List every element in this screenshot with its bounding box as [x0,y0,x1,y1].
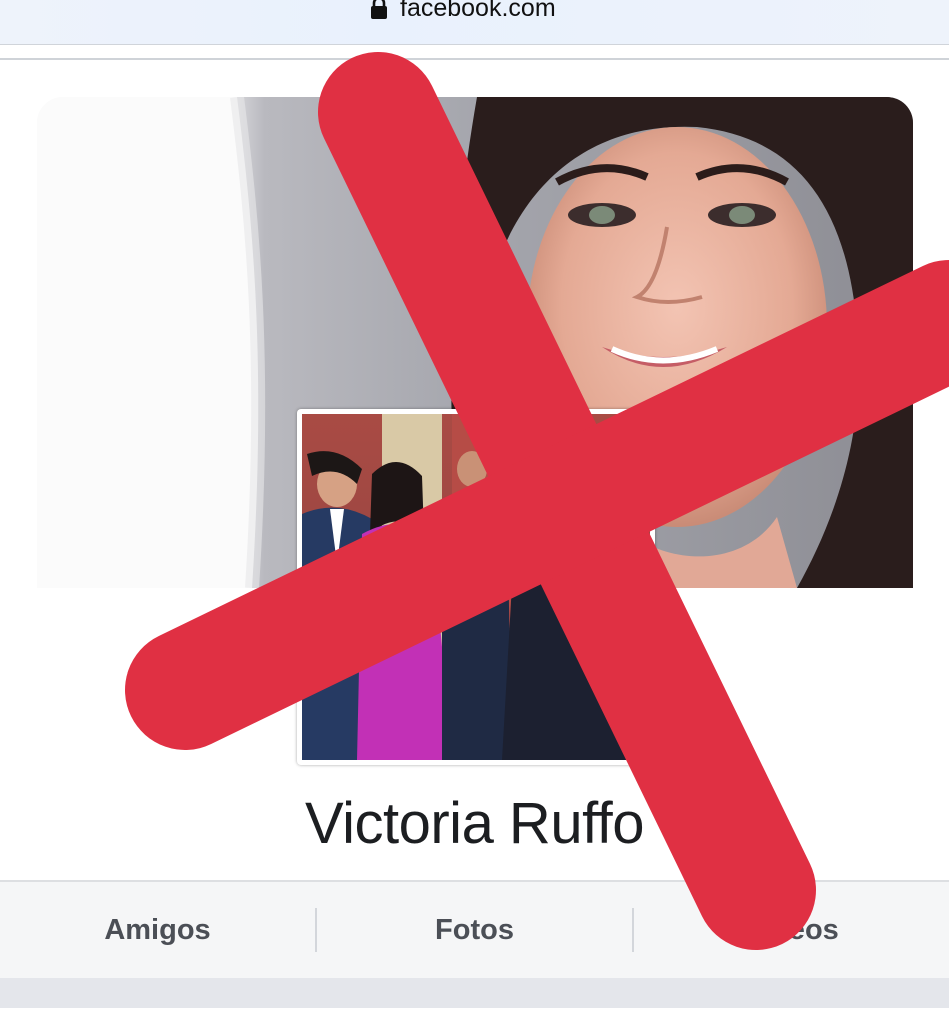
facebook-profile-page: facebook.com Victoria Ruffo Amigos Fotos… [0,0,949,1024]
tab-videos[interactable]: Videos [634,914,949,947]
browser-address-bar[interactable]: facebook.com [0,0,949,45]
profile-name: Victoria Ruffo [304,791,645,856]
tab-amigos[interactable]: Amigos [0,914,315,947]
profile-tab-bar: Amigos Fotos Videos [0,880,949,980]
url-field[interactable]: facebook.com [370,0,556,24]
section-separator [0,978,949,1008]
tab-fotos[interactable]: Fotos [317,914,632,947]
toolbar-divider [0,58,949,60]
page-bottom [0,1008,949,1024]
lock-icon [370,0,388,19]
profile-photo[interactable] [297,409,655,765]
url-text: facebook.com [400,0,556,22]
